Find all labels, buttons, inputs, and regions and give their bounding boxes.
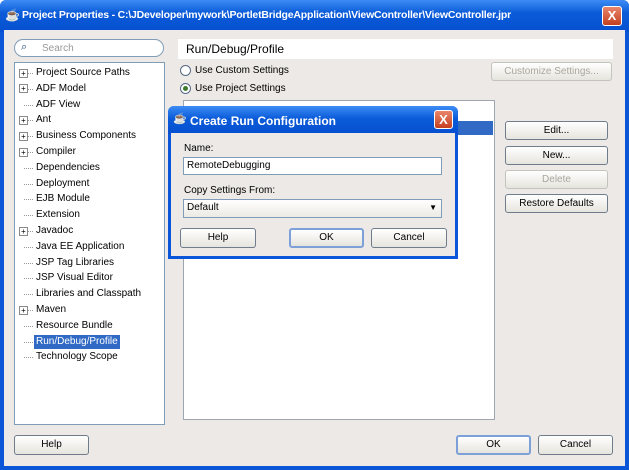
tree-connector: [24, 215, 33, 217]
tree-item[interactable]: Javadoc: [34, 224, 75, 238]
chevron-down-icon: ▼: [429, 203, 437, 212]
edit-button[interactable]: Edit...: [505, 121, 608, 140]
tree-item[interactable]: Java EE Application: [34, 240, 126, 254]
java-cup-icon: ☕: [173, 113, 187, 125]
expand-icon[interactable]: +: [19, 84, 28, 94]
tree-connector: [24, 167, 33, 169]
tree-item[interactable]: ADF Model: [34, 82, 88, 96]
customize-settings-button[interactable]: Customize Settings...: [491, 62, 612, 81]
tree-item[interactable]: Business Components: [34, 129, 138, 143]
use-project-settings-label[interactable]: Use Project Settings: [195, 83, 286, 94]
tree-connector: [24, 341, 33, 343]
copy-settings-label: Copy Settings From:: [184, 185, 276, 196]
tree-item[interactable]: Extension: [34, 208, 82, 222]
use-custom-settings-label[interactable]: Use Custom Settings: [195, 65, 289, 76]
tree-item[interactable]: Technology Scope: [34, 350, 120, 364]
tree-item[interactable]: Run/Debug/Profile: [34, 334, 120, 349]
tree-connector: [24, 183, 33, 185]
copy-settings-select[interactable]: Default ▼: [183, 199, 442, 218]
tree-connector: [24, 262, 33, 264]
expand-icon[interactable]: +: [19, 147, 28, 157]
tree-item[interactable]: Ant: [34, 113, 53, 127]
title-bar: ☕ Project Properties - C:\JDeveloper\myw…: [0, 0, 629, 32]
tree-item[interactable]: Resource Bundle: [34, 319, 115, 333]
tree-connector: [24, 246, 33, 248]
panel-header: Run/Debug/Profile: [178, 39, 613, 59]
tree-connector: [24, 294, 33, 296]
page-title: Run/Debug/Profile: [186, 42, 285, 56]
window-title: Project Properties - C:\JDeveloper\mywor…: [22, 9, 511, 21]
use-project-settings-radio[interactable]: [180, 83, 191, 94]
close-icon: X: [607, 8, 617, 23]
search-input[interactable]: ⌕ Search: [14, 39, 164, 57]
tree-item[interactable]: Libraries and Classpath: [34, 287, 143, 301]
expand-icon[interactable]: +: [19, 131, 28, 141]
close-button[interactable]: X: [602, 6, 622, 26]
tree-connector: [24, 357, 33, 359]
create-run-configuration-dialog: ☕ Create Run Configuration X Name: Remot…: [168, 106, 458, 259]
tree-item[interactable]: Project Source Paths: [34, 66, 132, 80]
tree-item[interactable]: JSP Visual Editor: [34, 271, 115, 285]
close-icon: X: [439, 112, 448, 127]
delete-button[interactable]: Delete: [505, 170, 608, 189]
java-cup-icon: ☕: [5, 8, 20, 22]
dialog-close-button[interactable]: X: [434, 110, 453, 129]
tree-item[interactable]: ADF View: [34, 98, 82, 112]
new-button[interactable]: New...: [505, 146, 608, 165]
dialog-cancel-button[interactable]: Cancel: [371, 228, 447, 248]
use-custom-settings-radio[interactable]: [180, 65, 191, 76]
expand-icon[interactable]: +: [19, 226, 28, 236]
ok-button[interactable]: OK: [456, 435, 531, 455]
tree-item[interactable]: Compiler: [34, 145, 78, 159]
expand-icon[interactable]: +: [19, 115, 28, 125]
binoculars-icon: ⌕: [21, 41, 28, 53]
cancel-button[interactable]: Cancel: [538, 435, 613, 455]
expand-icon[interactable]: +: [19, 68, 28, 78]
tree-connector: [24, 278, 33, 280]
category-tree[interactable]: + Project Source Paths + ADF Model ADF View +…: [14, 62, 165, 425]
name-label: Name:: [184, 143, 214, 154]
tree-item[interactable]: Maven: [34, 303, 68, 317]
tree-item[interactable]: EJB Module: [34, 192, 92, 206]
dialog-title: Create Run Configuration: [190, 114, 336, 128]
expand-icon[interactable]: +: [19, 305, 28, 315]
tree-connector: [24, 104, 33, 106]
restore-defaults-button[interactable]: Restore Defaults: [505, 194, 608, 213]
name-input[interactable]: RemoteDebugging: [183, 157, 442, 175]
copy-settings-value: Default: [187, 202, 219, 213]
dialog-help-button[interactable]: Help: [180, 228, 256, 248]
tree-connector: [24, 199, 33, 201]
search-placeholder: Search: [42, 43, 74, 54]
help-button[interactable]: Help: [14, 435, 89, 455]
tree-connector: [24, 325, 33, 327]
tree-item[interactable]: JSP Tag Libraries: [34, 256, 116, 270]
tree-item[interactable]: Deployment: [34, 177, 91, 191]
dialog-ok-button[interactable]: OK: [289, 228, 364, 248]
tree-item[interactable]: Dependencies: [34, 161, 102, 175]
